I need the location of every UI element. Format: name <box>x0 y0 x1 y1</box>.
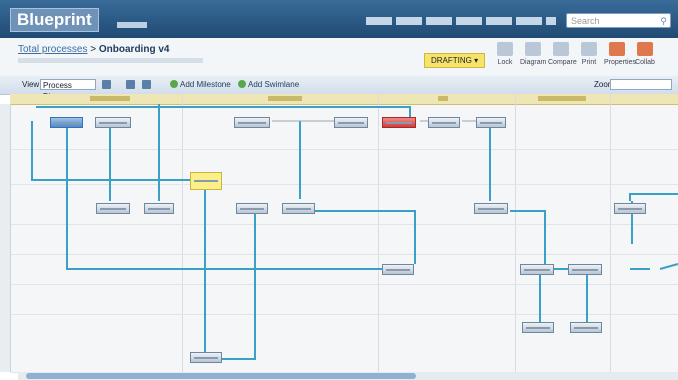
tool-label: Diagram <box>520 59 547 66</box>
diagram-toolbar: View: Process Diagram Add Milestone Add … <box>0 76 678 101</box>
note-sticky[interactable] <box>190 172 222 190</box>
app-logo[interactable]: Blueprint <box>10 8 99 32</box>
zoom-control[interactable] <box>610 79 672 90</box>
tool-label: Lock <box>497 59 513 66</box>
header-tools: Lock Diagram Compare Print Properties Co… <box>492 42 658 66</box>
step-label <box>526 327 550 329</box>
step-label <box>100 208 126 210</box>
process-step[interactable] <box>570 322 602 333</box>
process-step[interactable] <box>568 264 602 275</box>
tool-properties[interactable]: Properties <box>604 42 636 66</box>
connector <box>66 121 395 270</box>
logo-subtitle <box>117 22 147 28</box>
process-step[interactable] <box>476 117 506 128</box>
add-milestone-button[interactable]: Add Milestone <box>170 79 231 90</box>
step-label <box>386 269 410 271</box>
add-milestone-label: Add Milestone <box>180 80 231 89</box>
process-step-alert[interactable] <box>382 117 416 128</box>
top-bar: Blueprint Search ⚲ <box>0 0 678 38</box>
connector <box>629 193 678 201</box>
status-badge[interactable]: DRAFTING ▾ <box>424 53 486 68</box>
search-input[interactable]: Search ⚲ <box>566 13 671 28</box>
tool-label: Collab <box>635 59 655 66</box>
process-step[interactable] <box>614 203 646 214</box>
print-icon <box>581 42 597 56</box>
step-label <box>572 269 598 271</box>
step-label <box>480 122 502 124</box>
process-step[interactable] <box>522 322 554 333</box>
step-label <box>574 327 598 329</box>
process-step[interactable] <box>520 264 554 275</box>
plus-icon <box>238 80 246 88</box>
process-step[interactable] <box>190 352 222 363</box>
tool-collab[interactable]: Collab <box>632 42 658 66</box>
page-subtitle <box>18 58 203 63</box>
pointer-icon[interactable] <box>102 80 111 89</box>
step-label <box>240 208 264 210</box>
scrollbar-thumb[interactable] <box>26 373 416 379</box>
step-label <box>194 357 218 359</box>
step-label <box>524 269 550 271</box>
collab-icon <box>637 42 653 56</box>
step-label <box>478 208 504 210</box>
tool-label: Print <box>581 59 597 66</box>
process-step[interactable] <box>96 203 130 214</box>
search-placeholder: Search <box>571 16 600 26</box>
diagram-canvas[interactable] <box>0 94 678 373</box>
step-label <box>386 122 412 124</box>
search-icon[interactable]: ⚲ <box>660 14 667 29</box>
process-step[interactable] <box>95 117 131 128</box>
view-label: View: <box>22 80 42 89</box>
breadcrumb-link[interactable]: Total processes <box>18 44 87 55</box>
step-label <box>286 208 311 210</box>
process-step[interactable] <box>428 117 460 128</box>
top-nav-links[interactable] <box>366 17 556 25</box>
tool-lock[interactable]: Lock <box>492 42 518 66</box>
page-header: Total processes > Onboarding v4 DRAFTING… <box>0 38 678 77</box>
view-select[interactable]: Process Diagram <box>40 79 96 101</box>
note-text <box>194 180 218 182</box>
process-step[interactable] <box>144 203 174 214</box>
tool-diagram[interactable]: Diagram <box>520 42 546 66</box>
connector <box>510 210 546 264</box>
step-label <box>338 122 364 124</box>
diagram-icon <box>525 42 541 56</box>
plus-icon <box>170 80 178 88</box>
properties-icon <box>609 42 625 56</box>
process-step[interactable] <box>282 203 315 214</box>
tool-print[interactable]: Print <box>576 42 602 66</box>
lock-icon <box>497 42 513 56</box>
step-label <box>618 208 642 210</box>
process-step-start[interactable] <box>50 117 83 128</box>
step-label <box>238 122 266 124</box>
connector-icon[interactable] <box>126 80 135 89</box>
grid-icon[interactable] <box>142 80 151 89</box>
tool-compare[interactable]: Compare <box>548 42 577 66</box>
process-step[interactable] <box>474 203 508 214</box>
process-step[interactable] <box>334 117 368 128</box>
add-swimlane-button[interactable]: Add Swimlane <box>238 79 299 90</box>
breadcrumb-separator: > <box>90 44 99 55</box>
add-swimlane-label: Add Swimlane <box>248 80 300 89</box>
page-title: Onboarding v4 <box>98 44 170 55</box>
step-label <box>148 208 170 210</box>
step-label <box>54 122 79 124</box>
process-step[interactable] <box>382 264 414 275</box>
step-label <box>432 122 456 124</box>
step-label <box>99 122 127 124</box>
process-step[interactable] <box>236 203 268 214</box>
process-step[interactable] <box>234 117 270 128</box>
connector <box>659 263 678 270</box>
breadcrumb: Total processes > Onboarding v4 <box>18 44 169 55</box>
connector <box>298 210 416 264</box>
compare-icon <box>553 42 569 56</box>
horizontal-scrollbar[interactable] <box>18 372 678 380</box>
tool-label: Compare <box>548 59 577 66</box>
connector <box>31 121 191 181</box>
